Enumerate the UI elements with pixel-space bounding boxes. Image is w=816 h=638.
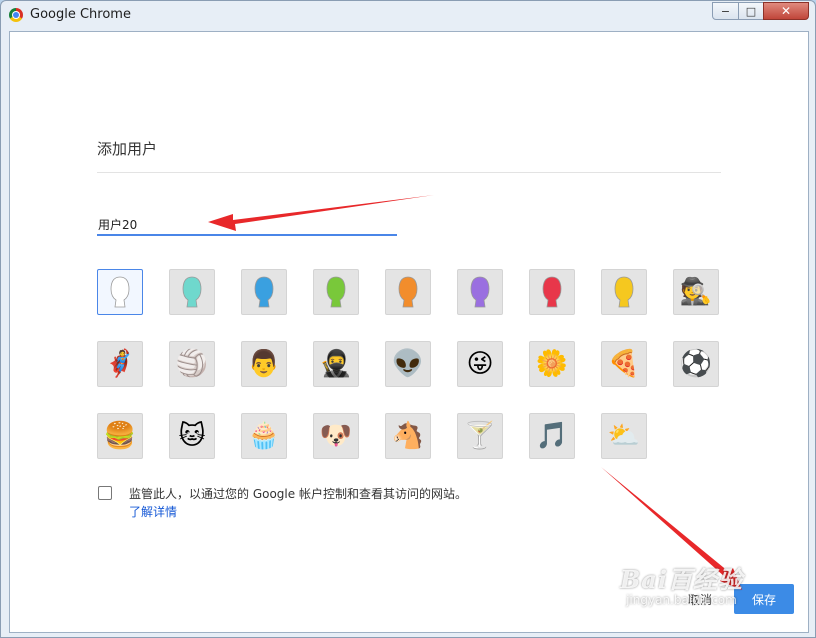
silhouette-icon: [542, 276, 562, 308]
avatar-ninja[interactable]: 🥷: [313, 341, 359, 387]
silhouette-icon: [110, 276, 130, 308]
heading-divider: [97, 172, 721, 173]
alien-icon: 👽: [391, 349, 425, 379]
silhouette-icon: [398, 276, 418, 308]
avatar-pizza[interactable]: 🍕: [601, 341, 647, 387]
avatar-alien[interactable]: 👽: [385, 341, 431, 387]
margarita-icon: 🍸: [463, 421, 497, 451]
avatar-generic-green[interactable]: [313, 269, 359, 315]
silhouette-icon: [470, 276, 490, 308]
avatar-generic-red[interactable]: [529, 269, 575, 315]
avatar-generic-aqua[interactable]: [169, 269, 215, 315]
avatar-secret-agent[interactable]: 🕵: [673, 269, 719, 315]
learn-more-link[interactable]: 了解详情: [129, 503, 177, 520]
window-title: Google Chrome: [30, 7, 131, 22]
superhero-icon: 🦸: [103, 349, 137, 379]
cat-icon: 🐱: [178, 421, 206, 451]
avatar-flower[interactable]: 🌼: [529, 341, 575, 387]
dialog-heading: 添加用户: [97, 140, 158, 158]
maximize-button[interactable]: □: [738, 2, 764, 20]
avatar-dog[interactable]: 🐶: [313, 413, 359, 459]
avatar-generic-white[interactable]: [97, 269, 143, 315]
pizza-icon: 🍕: [607, 349, 641, 379]
secret-agent-icon: 🕵: [679, 277, 713, 307]
chrome-icon: [9, 8, 23, 22]
burger-icon: 🍔: [103, 421, 137, 451]
cupcake-icon: 🧁: [247, 421, 281, 451]
avatar-horse[interactable]: 🐴: [385, 413, 431, 459]
avatar-cat[interactable]: 🐱: [169, 413, 215, 459]
silhouette-icon: [614, 276, 634, 308]
title-bar: Google Chrome − □ ✕: [1, 1, 815, 31]
silhouette-icon: [326, 276, 346, 308]
dog-icon: 🐶: [319, 421, 353, 451]
cancel-button[interactable]: 取消: [670, 584, 730, 614]
avatar-cupcake[interactable]: 🧁: [241, 413, 287, 459]
avatar-generic-purple[interactable]: [457, 269, 503, 315]
avatar-generic-blue[interactable]: [241, 269, 287, 315]
add-user-dialog: 添加用户 🕵 🦸 🏐 👨 🥷 👽 😜 🌼 🍕 ⚽ 🍔 🐱 🧁 🐶 🐴 🍸 🎵 ⛅ 监管此人，以通过您的 Googl…: [9, 31, 809, 633]
sun-cloud-icon: ⛅: [607, 421, 641, 451]
supervise-checkbox[interactable]: [98, 486, 112, 500]
awesome-icon: 😜: [466, 349, 494, 379]
avatar-burger[interactable]: 🍔: [97, 413, 143, 459]
supervise-label: 监管此人，以通过您的 Google 帐户控制和查看其访问的网站。: [129, 487, 467, 501]
close-button[interactable]: ✕: [763, 2, 809, 20]
avatar-awesome[interactable]: 😜: [457, 341, 503, 387]
avatar-note[interactable]: 🎵: [529, 413, 575, 459]
avatar-generic-yellow[interactable]: [601, 269, 647, 315]
businessman-icon: 👨: [247, 349, 281, 379]
note-icon: 🎵: [535, 421, 569, 451]
flower-icon: 🌼: [535, 349, 569, 379]
save-button[interactable]: 保存: [734, 584, 794, 614]
avatar-sun-cloud[interactable]: ⛅: [601, 413, 647, 459]
minimize-button[interactable]: −: [712, 2, 739, 20]
avatar-superhero[interactable]: 🦸: [97, 341, 143, 387]
avatar-volleyball-player[interactable]: 🏐: [169, 341, 215, 387]
soccer-icon: ⚽: [679, 349, 713, 379]
silhouette-icon: [254, 276, 274, 308]
silhouette-icon: [182, 276, 202, 308]
chrome-window: Google Chrome − □ ✕ 添加用户 🕵 🦸 🏐 👨 🥷 👽 😜 🌼 🍕 ⚽ 🍔 🐱 🧁 🐶 🐴…: [0, 0, 816, 638]
window-controls: − □ ✕: [712, 2, 809, 20]
ninja-icon: 🥷: [319, 349, 353, 379]
horse-icon: 🐴: [391, 421, 425, 451]
avatar-soccer[interactable]: ⚽: [673, 341, 719, 387]
user-name-input[interactable]: [97, 214, 397, 236]
avatar-businessman[interactable]: 👨: [241, 341, 287, 387]
avatar-margarita[interactable]: 🍸: [457, 413, 503, 459]
avatar-generic-orange[interactable]: [385, 269, 431, 315]
volleyball-player-icon: 🏐: [175, 349, 209, 379]
